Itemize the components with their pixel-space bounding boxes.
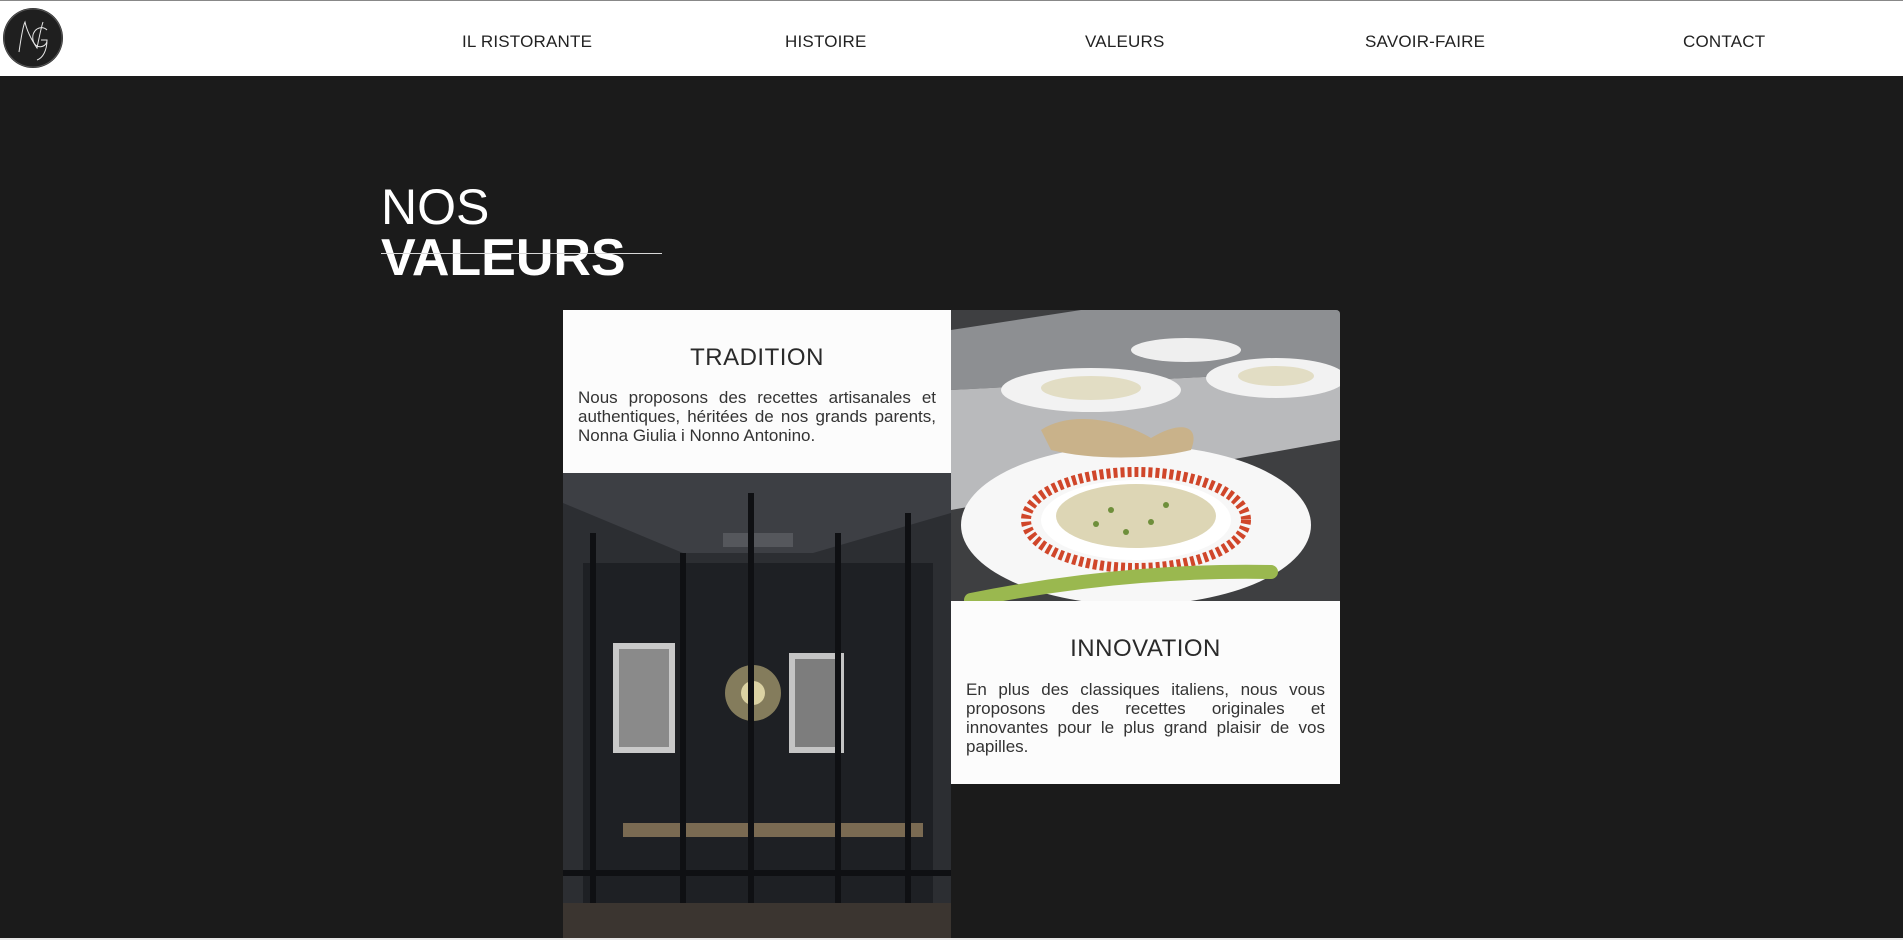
nav-link-histoire[interactable]: HISTOIRE: [785, 32, 867, 52]
innovation-card: INNOVATION En plus des classiques italie…: [951, 601, 1340, 784]
nav-link-il-ristorante[interactable]: IL RISTORANTE: [462, 32, 592, 52]
logo-monogram-icon[interactable]: [3, 8, 63, 68]
risotto-dish-photo: [951, 310, 1340, 601]
title-decorative-line: [381, 253, 662, 254]
nav-link-valeurs[interactable]: VALEURS: [1085, 32, 1165, 52]
tradition-text: Nous proposons des recettes artisanales …: [578, 388, 936, 445]
section-title-line2: VALEURS: [381, 229, 626, 287]
tradition-card: TRADITION Nous proposons des recettes ar…: [563, 310, 951, 473]
innovation-text: En plus des classiques italiens, nous vo…: [966, 680, 1325, 756]
tradition-title: TRADITION: [690, 344, 824, 371]
innovation-title: INNOVATION: [1070, 635, 1221, 662]
nav-link-contact[interactable]: CONTACT: [1683, 32, 1765, 52]
nav-link-savoir-faire[interactable]: SAVOIR-FAIRE: [1365, 32, 1485, 52]
dining-room-photo: [563, 473, 951, 940]
top-navigation-bar: IL RISTORANTE HISTOIRE VALEURS SAVOIR-FA…: [0, 0, 1903, 76]
